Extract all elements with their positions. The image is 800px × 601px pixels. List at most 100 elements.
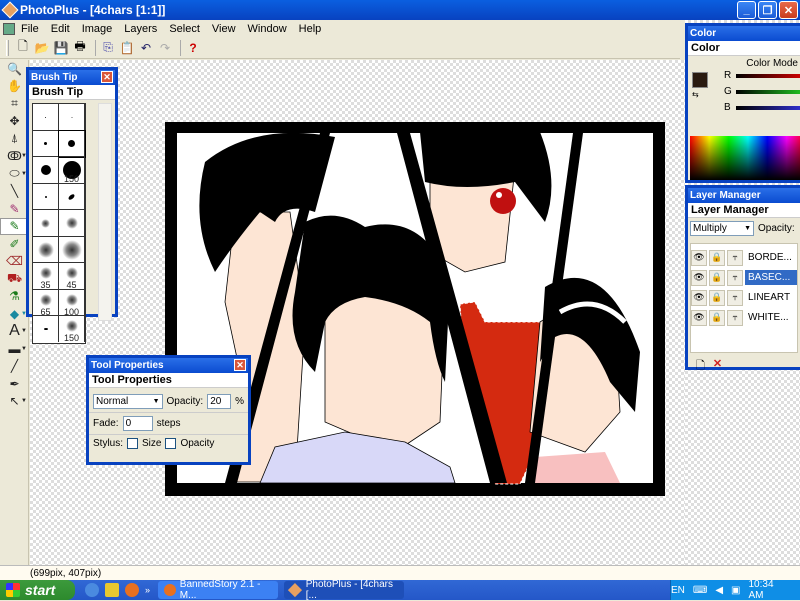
zoom-tool-icon[interactable]: 🔍 [0,60,29,78]
brush-option[interactable] [59,236,85,263]
close-button[interactable]: ✕ [779,1,798,19]
pointer-tool-icon[interactable]: ↖ ▼ [0,393,29,411]
tool-properties-tab[interactable]: Tool Properties [89,373,248,388]
task-bannedstory[interactable]: BannedStory 2.1 - M... [158,579,279,601]
swap-colors-icon[interactable]: ⇆ [692,90,699,99]
brush-option[interactable] [33,157,59,183]
brush-option[interactable] [33,236,59,263]
layer-mask-icon[interactable]: ⥾ [727,269,743,286]
red-slider[interactable] [736,74,800,78]
lock-icon[interactable]: 🔒 [709,309,725,326]
layer-row[interactable]: 👁 🔒 ⥾ BORDE... [691,248,797,267]
brush-option[interactable] [59,210,85,236]
brush-option-selected[interactable] [58,129,86,158]
start-button[interactable]: start [0,580,75,600]
lock-icon[interactable]: 🔒 [709,269,725,286]
layer-row[interactable]: 👁 🔒 ⥾ LINEART [691,288,797,307]
open-icon[interactable]: 📂 [34,40,50,56]
redo-icon[interactable]: ↷ [157,40,173,56]
color-titlebar[interactable]: Color [688,26,800,41]
ellipse-select-icon[interactable]: ⬭ ▼ [0,165,29,183]
tray-expand-icon[interactable]: ◀ [715,585,723,596]
menu-image[interactable]: Image [82,23,113,35]
layer-manager-tab[interactable]: Layer Manager [688,203,800,218]
brush-tool-icon[interactable]: ✎ [0,217,29,235]
toolbar-grip[interactable] [6,39,9,56]
brush-tip-titlebar[interactable]: Brush Tip ✕ [29,70,115,85]
brush-tip-scrollbar[interactable] [98,103,112,321]
paint-bucket-icon[interactable]: ◆ ▼ [0,305,29,323]
brush-option[interactable]: 65 [33,289,59,317]
paste-icon[interactable]: 📋 [119,40,135,56]
brush-tip-tab[interactable]: Brush Tip [29,85,115,100]
brush-option[interactable]: 150 [59,157,85,184]
visibility-eye-icon[interactable]: 👁 [691,269,707,286]
layer-mask-icon[interactable]: ⥾ [727,289,743,306]
fade-input[interactable]: 0 [122,416,153,431]
chevron-more-icon[interactable]: » [145,585,150,595]
foreground-color-swatch[interactable] [692,72,708,88]
menu-help[interactable]: Help [299,23,322,35]
task-photoplus[interactable]: PhotoPlus - [4chars [... [284,579,405,601]
move-tool-icon[interactable]: ✥ [0,113,29,131]
menu-edit[interactable]: Edit [51,23,70,35]
menu-layers[interactable]: Layers [124,23,157,35]
eraser-tool-icon[interactable]: ⌫ [0,253,29,271]
new-icon[interactable]: 🗋 [15,39,31,56]
opacity-checkbox[interactable] [165,438,177,449]
undo-icon[interactable]: ↶ [138,40,154,56]
layer-mask-icon[interactable]: ⥾ [727,309,743,326]
blend-mode-select[interactable]: Normal ▼ [93,394,163,409]
close-icon[interactable]: ✕ [234,359,246,371]
clone-tool-icon[interactable]: ✐ [0,235,29,253]
visibility-eye-icon[interactable]: 👁 [691,289,707,306]
network-icon[interactable]: ▣ [731,585,740,596]
menu-file[interactable]: File [21,23,39,35]
help-icon[interactable]: ? [185,40,201,56]
restore-button[interactable]: ❐ [758,1,777,19]
menu-window[interactable]: Window [248,23,287,35]
visibility-eye-icon[interactable]: 👁 [691,249,707,266]
new-layer-icon[interactable]: 🗋 [696,357,705,376]
close-icon[interactable]: ✕ [101,71,113,83]
language-indicator[interactable]: EN [671,585,685,596]
save-icon[interactable]: 💾 [53,40,69,56]
size-checkbox[interactable] [127,438,139,449]
delete-layer-icon[interactable]: ✕ [713,357,722,376]
color-spectrum[interactable] [690,136,800,180]
shape-tool-icon[interactable]: ▬ ▼ [0,340,29,358]
firefox-icon[interactable] [125,583,139,597]
tool-properties-titlebar[interactable]: Tool Properties ✕ [89,358,248,373]
tablet-icon[interactable]: ⌨ [693,585,707,596]
color-tab[interactable]: Color [688,41,800,56]
green-slider[interactable] [736,90,800,94]
minimize-button[interactable]: _ [737,1,756,19]
ie-icon[interactable] [85,583,99,597]
crop-tool-icon[interactable]: ⌗ [0,95,29,113]
menu-select[interactable]: Select [169,23,200,35]
fill-tool-icon[interactable]: ⛟ [0,270,29,288]
straight-line-icon[interactable]: ╱ [0,358,29,376]
brush-option[interactable] [59,183,85,210]
dropper-tool-icon[interactable]: ⚗ [0,288,29,306]
brush-option[interactable]: 100 [59,289,85,317]
brush-option[interactable] [59,104,85,130]
hand-tool-icon[interactable]: ✋ [0,78,29,96]
text-tool-icon[interactable]: A ▼ [0,322,29,341]
brush-option[interactable] [33,104,59,130]
lock-icon[interactable]: 🔒 [709,289,725,306]
layer-row[interactable]: 👁 🔒 ⥾ WHITE... [691,308,797,327]
pencil-tool-icon[interactable]: ✎ [0,200,29,218]
brush-option[interactable] [33,130,59,157]
blue-slider[interactable] [736,106,800,110]
line-tool-icon[interactable]: ╲ [0,183,29,201]
print-icon[interactable]: 🖶 [72,39,88,56]
brush-option[interactable] [33,210,59,236]
visibility-eye-icon[interactable]: 👁 [691,309,707,326]
brush-option[interactable] [33,316,59,342]
color-picker-icon[interactable]: ✒ [0,375,29,393]
perspective-tool-icon[interactable]: ⍋ [0,130,29,148]
lasso-tool-icon[interactable]: ↂ ▼ [0,148,29,166]
document-icon[interactable] [3,22,15,35]
brush-option[interactable]: 45 [59,263,85,290]
